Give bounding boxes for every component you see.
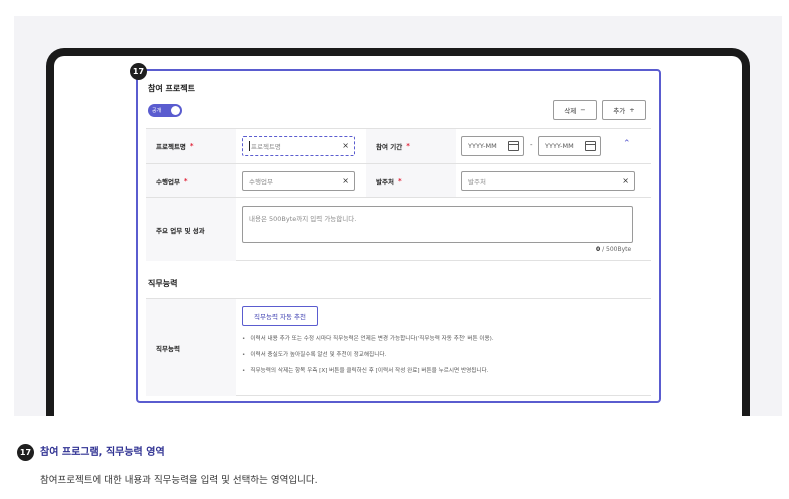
row-project-name: 프로젝트명 * 프로젝트명 × 참여 기간 * YYYY-MM - YYYY-MM … bbox=[146, 128, 651, 163]
clear-icon[interactable]: × bbox=[342, 141, 349, 150]
clear-icon[interactable]: × bbox=[622, 176, 629, 185]
period-separator: - bbox=[530, 141, 533, 149]
competency-notes: 이력서 내용 추가 또는 수정 시마다 직무능력은 언제든 변경 가능합니다('… bbox=[242, 331, 652, 379]
calendar-icon[interactable] bbox=[508, 141, 519, 151]
add-button[interactable]: 추가 + bbox=[602, 100, 646, 120]
clear-icon[interactable]: × bbox=[342, 176, 349, 185]
toggle-label: 공개 bbox=[152, 108, 162, 114]
add-label: 추가 bbox=[613, 107, 626, 115]
period-start-input[interactable]: YYYY-MM bbox=[461, 136, 524, 156]
row-achievements: 주요 업무 및 성과 내용은 500Byte까지 입력 가능합니다. 0 / 5… bbox=[146, 197, 651, 261]
row-competency: 직무능력 직무능력 자동 추천 이력서 내용 추가 또는 수정 시마다 직무능력… bbox=[146, 298, 651, 396]
competency-label: 직무능력 bbox=[146, 299, 236, 396]
note-item: 이력서 충실도가 높아질수록 알선 및 추천이 정교해집니다. bbox=[242, 347, 652, 363]
minus-icon: − bbox=[580, 106, 586, 114]
caption-title: 참여 프로그램, 직무능력 영역 bbox=[40, 447, 165, 458]
duty-input[interactable]: 수행업무 × bbox=[242, 171, 355, 191]
panel-title: 참여 프로젝트 bbox=[148, 84, 195, 93]
public-toggle[interactable]: 공개 bbox=[148, 104, 182, 117]
note-item: 직무능력의 삭제는 항목 우측 [X] 버튼을 클릭하신 후 [이력서 작성 완… bbox=[242, 363, 652, 379]
delete-label: 삭제 bbox=[564, 107, 577, 115]
collapse-icon[interactable]: ⌃ bbox=[623, 139, 631, 149]
note-item: 이력서 내용 추가 또는 수정 시마다 직무능력은 언제든 변경 가능합니다('… bbox=[242, 331, 652, 347]
byte-counter: 0 / 500Byte bbox=[596, 246, 632, 253]
achievements-textarea[interactable]: 내용은 500Byte까지 입력 가능합니다. bbox=[242, 206, 633, 243]
caption-text: 참여프로젝트에 대한 내용과 직무능력을 입력 및 선택하는 영역입니다. bbox=[40, 475, 318, 486]
toggle-knob bbox=[171, 106, 180, 115]
project-panel: 참여 프로젝트 공개 삭제 − 추가 + 프로젝트명 * 프로젝트명 × 참여 기… bbox=[136, 69, 661, 403]
row-duty: 수행업무 * 수행업무 × 발주처 * 발주처 × bbox=[146, 163, 651, 197]
competency-section-title: 직무능력 bbox=[148, 279, 178, 288]
duty-label: 수행업무 * bbox=[146, 164, 236, 197]
step-badge: 17 bbox=[130, 63, 147, 80]
delete-button[interactable]: 삭제 − bbox=[553, 100, 597, 120]
project-name-label: 프로젝트명 * bbox=[146, 129, 236, 163]
achievements-label: 주요 업무 및 성과 bbox=[146, 198, 236, 261]
client-label: 발주처 * bbox=[366, 164, 456, 197]
calendar-icon[interactable] bbox=[585, 141, 596, 151]
text-cursor bbox=[249, 141, 250, 151]
client-input[interactable]: 발주처 × bbox=[461, 171, 635, 191]
period-label: 참여 기간 * bbox=[366, 129, 456, 163]
project-name-input[interactable]: 프로젝트명 × bbox=[242, 136, 355, 156]
auto-recommend-button[interactable]: 직무능력 자동 추천 bbox=[242, 306, 318, 326]
plus-icon: + bbox=[629, 106, 635, 114]
caption-badge: 17 bbox=[17, 444, 34, 461]
period-end-input[interactable]: YYYY-MM bbox=[538, 136, 601, 156]
screenshot-stage: 17 참여 프로젝트 공개 삭제 − 추가 + 프로젝트명* 프로젝트명 × bbox=[14, 16, 782, 416]
